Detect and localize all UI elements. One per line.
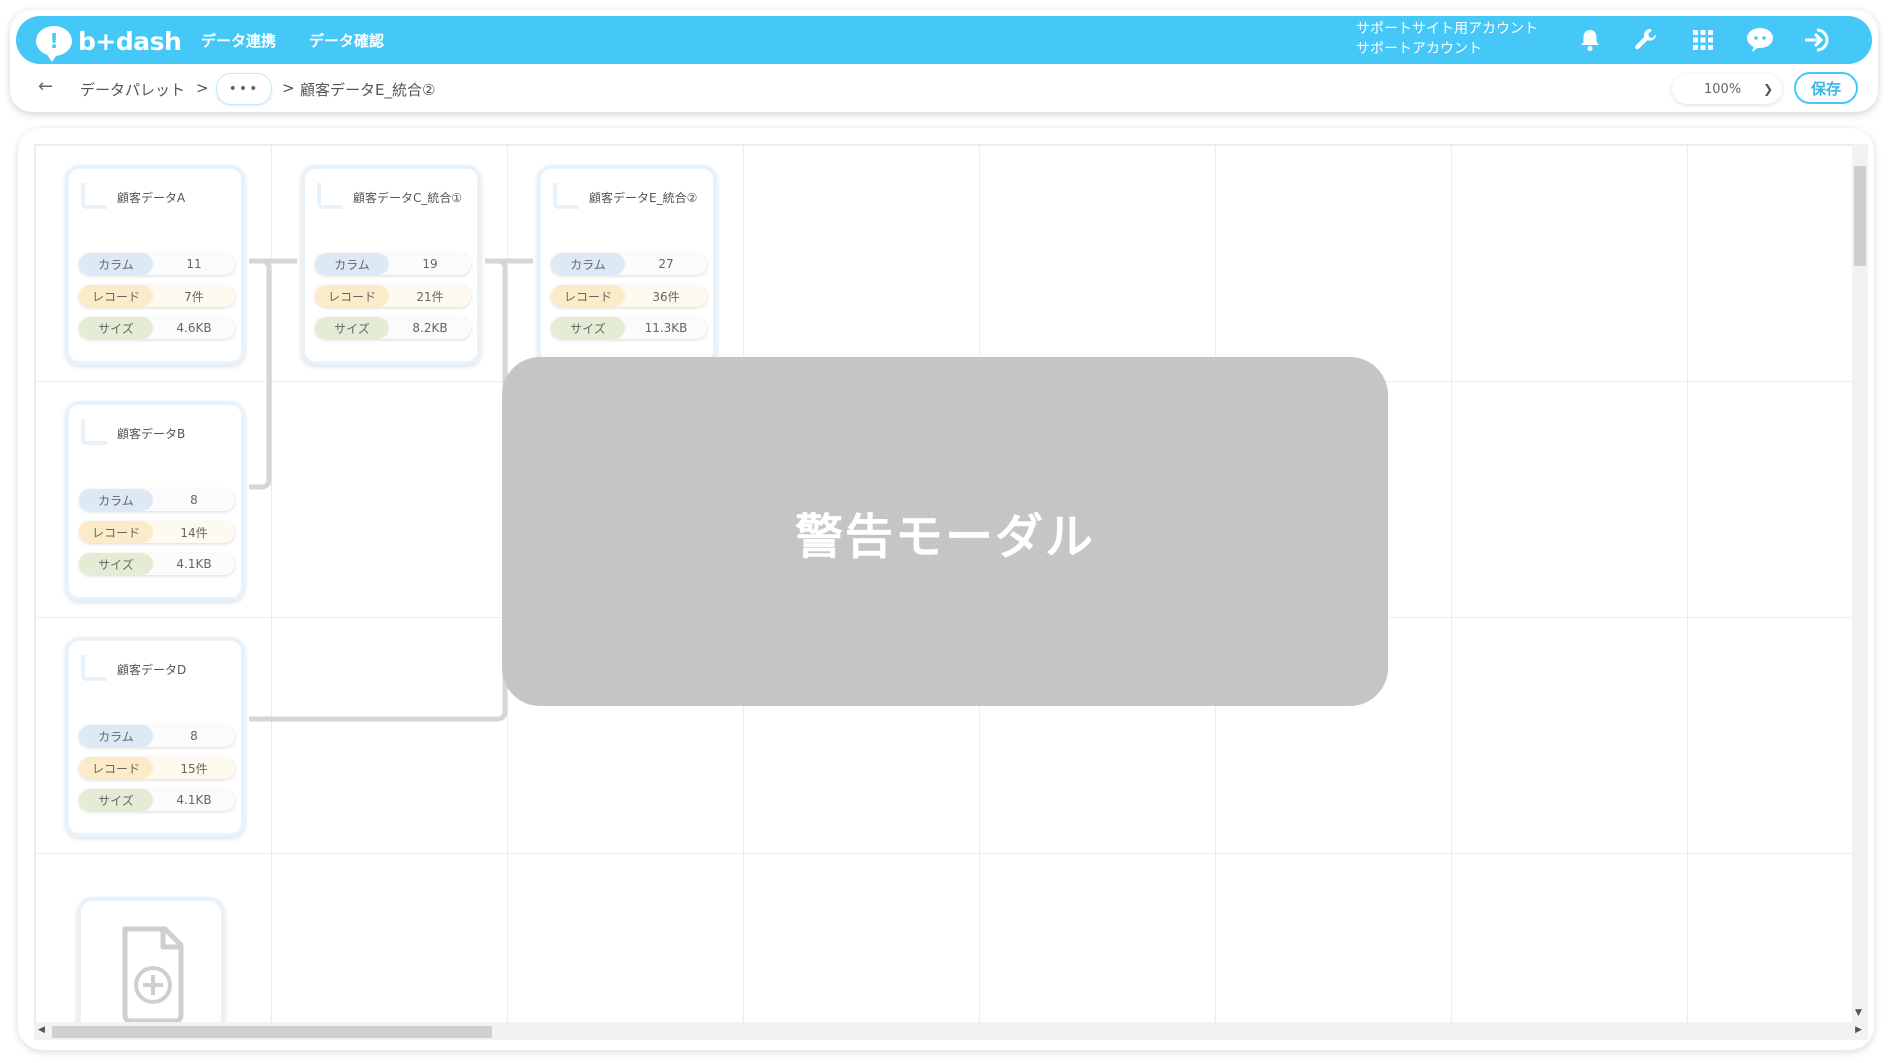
add-data-card[interactable] [77,897,225,1023]
data-card[interactable]: 顧客データC_統合① カラム 19 レコード 21件 サイズ 8.2KB [301,165,481,365]
file-icon [81,183,107,209]
modal-title: 警告モーダル [794,508,1095,565]
stat-records: レコード 14件 [79,521,235,543]
account-info[interactable]: サポートサイト用アカウント サポートアカウント [1356,19,1538,59]
file-icon [81,419,107,445]
card-title: 顧客データA [117,191,186,205]
stat-value: 8.2KB [412,321,448,335]
stat-size: サイズ 4.1KB [79,789,235,811]
stat-value: 8 [190,729,198,743]
stat-columns: カラム 11 [79,253,235,275]
card-title: 顧客データE_統合② [589,191,698,205]
scroll-down-arrow-icon[interactable]: ▼ [1855,1008,1862,1018]
stat-label: サイズ [315,317,389,339]
stat-value: 19 [422,257,438,271]
stat-label: レコード [79,757,153,779]
data-card[interactable]: 顧客データE_統合② カラム 27 レコード 36件 サイズ 11.3KB [537,165,717,365]
data-card[interactable]: 顧客データA カラム 11 レコード 7件 サイズ 4.6KB [65,165,245,365]
chat-support-icon[interactable] [1744,24,1776,56]
data-card[interactable]: 顧客データB カラム 8 レコード 14件 サイズ 4.1KB [65,401,245,601]
breadcrumb-current: 顧客データE_統合② [300,81,436,99]
wrench-icon[interactable] [1630,24,1662,56]
stat-value: 21件 [416,289,444,304]
card-title: 顧客データD [117,663,187,677]
stat-value: 14件 [180,525,208,540]
stat-label: カラム [79,253,153,275]
account-user: サポートアカウント [1356,41,1482,57]
card-title: 顧客データB [117,427,186,441]
horizontal-scroll-thumb[interactable] [52,1026,492,1038]
zoom-value: 100% [1704,81,1742,97]
file-icon [317,183,343,209]
file-icon [553,183,579,209]
stat-value: 7件 [184,289,204,304]
stat-size: サイズ 4.6KB [79,317,235,339]
stat-label: カラム [551,253,625,275]
stat-value: 15件 [180,761,208,776]
account-site: サポートサイト用アカウント [1356,21,1538,37]
scroll-left-arrow-icon[interactable]: ◀ [38,1025,45,1035]
breadcrumb-more-button[interactable]: ••• [216,73,272,105]
stat-value: 4.1KB [176,557,212,571]
stat-size: サイズ 4.1KB [79,553,235,575]
stat-records: レコード 21件 [315,285,471,307]
stat-records: レコード 7件 [79,285,235,307]
stat-value: 36件 [652,289,680,304]
stat-label: カラム [79,489,153,511]
horizontal-scrollbar[interactable]: ◀ ▶ [34,1022,1868,1040]
save-button[interactable]: 保存 [1794,72,1858,104]
top-navigation-bar: ! b+dash データ連携 データ確認 サポートサイト用アカウント サポートア… [16,16,1872,64]
b-dash-logo[interactable]: ! b+dash [36,24,182,62]
breadcrumb-root[interactable]: データパレット [80,79,185,100]
stat-columns: カラム 19 [315,253,471,275]
app-grid-icon[interactable] [1687,24,1719,56]
data-card[interactable]: 顧客データD カラム 8 レコード 15件 サイズ 4.1KB [65,637,245,837]
stat-label: サイズ [79,789,153,811]
back-arrow-icon[interactable]: ← [38,76,53,97]
stat-value: 4.1KB [176,793,212,807]
stat-size: サイズ 11.3KB [551,317,707,339]
card-title: 顧客データC_統合① [353,191,463,205]
stat-value: 11.3KB [644,321,688,335]
stat-value: 8 [190,493,198,507]
stat-label: カラム [79,725,153,747]
stat-label: レコード [79,521,153,543]
stat-columns: カラム 8 [79,725,235,747]
breadcrumb-separator: > [282,79,295,97]
stat-size: サイズ 8.2KB [315,317,471,339]
stat-columns: カラム 8 [79,489,235,511]
stat-label: サイズ [79,553,153,575]
chevron-down-icon: ❯ [1763,82,1774,96]
stat-label: レコード [315,285,389,307]
vertical-scroll-thumb[interactable] [1854,166,1866,266]
stat-value: 4.6KB [176,321,212,335]
breadcrumb-separator: > [196,79,209,97]
stat-label: サイズ [551,317,625,339]
zoom-select[interactable]: 100% ❯ [1672,74,1782,104]
vertical-scrollbar[interactable]: ▼ [1852,144,1868,1022]
logo-mark: ! [36,26,72,62]
bell-icon[interactable] [1574,24,1606,56]
stat-label: サイズ [79,317,153,339]
warning-modal[interactable]: 警告モーダル [502,357,1388,706]
stat-label: レコード [551,285,625,307]
stat-columns: カラム 27 [551,253,707,275]
scroll-right-arrow-icon[interactable]: ▶ [1855,1025,1862,1035]
stat-records: レコード 36件 [551,285,707,307]
stat-label: レコード [79,285,153,307]
logout-icon[interactable] [1802,24,1834,56]
nav-data-integration[interactable]: データ連携 [201,30,276,51]
stat-value: 11 [186,257,202,271]
stat-records: レコード 15件 [79,757,235,779]
nav-data-check[interactable]: データ確認 [309,30,384,51]
logo-text: b+dash [78,26,182,56]
stat-value: 27 [658,257,674,271]
add-file-icon [122,926,184,1023]
stat-label: カラム [315,253,389,275]
file-icon [81,655,107,681]
